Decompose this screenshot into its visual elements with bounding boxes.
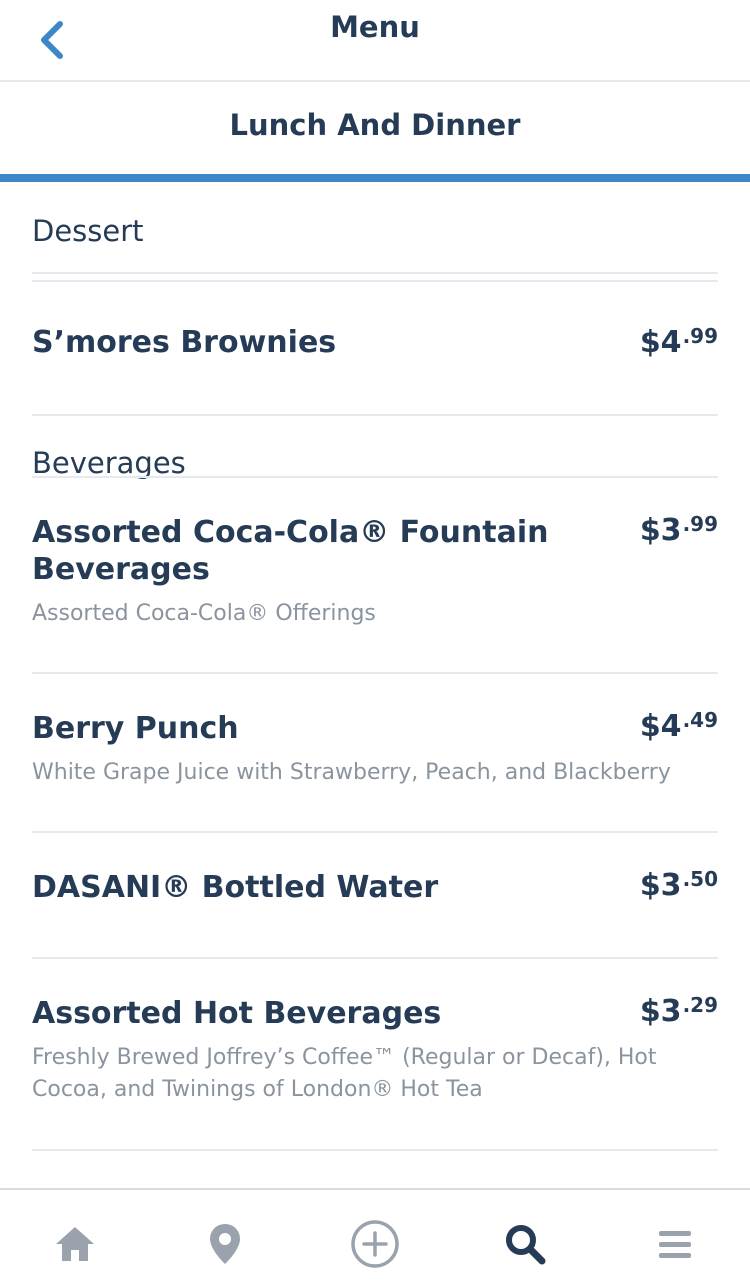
menu-list: Dessert S’mores Brownies $4.99 Beverages… bbox=[32, 182, 718, 1151]
menu-item-description: Freshly Brewed Joffrey’s Coffee™ (Regula… bbox=[32, 1045, 657, 1102]
tab-search[interactable] bbox=[499, 1218, 551, 1270]
menu-item-description: Assorted Coca-Cola® Offerings bbox=[32, 601, 376, 626]
tab-home[interactable] bbox=[49, 1218, 101, 1270]
menu-item-name: DASANI® Bottled Water bbox=[32, 870, 439, 905]
menu-item-name: Assorted Hot Beverages bbox=[32, 996, 442, 1031]
tab-more[interactable] bbox=[649, 1218, 701, 1270]
menu-item[interactable]: S’mores Brownies $4.99 bbox=[32, 282, 718, 416]
menu-item[interactable]: DASANI® Bottled Water $3.50 bbox=[32, 833, 718, 959]
menu-item-name: Berry Punch bbox=[32, 711, 239, 746]
price-dollars: $4 bbox=[639, 709, 682, 744]
active-tab-indicator bbox=[0, 174, 750, 182]
section-header-beverages: Beverages bbox=[32, 416, 718, 480]
section-header-dessert: Dessert bbox=[32, 182, 718, 282]
price-cents: .29 bbox=[682, 993, 718, 1017]
search-icon bbox=[506, 1225, 546, 1265]
section-divider bbox=[32, 272, 718, 282]
menu-item-price: $3.50 bbox=[640, 867, 718, 903]
menu-item[interactable]: Assorted Hot Beverages Freshly Brewed Jo… bbox=[32, 959, 718, 1151]
price-dollars: $4 bbox=[639, 325, 682, 360]
menu-item-price: $3.29 bbox=[640, 993, 718, 1029]
tab-map[interactable] bbox=[199, 1218, 251, 1270]
price-dollars: $3 bbox=[639, 868, 682, 903]
page-title: Menu bbox=[330, 10, 420, 44]
menu-item-name: Assorted Coca-Cola® Fountain Beverages bbox=[32, 515, 549, 587]
price-cents: .99 bbox=[682, 324, 718, 348]
tab-lunch-and-dinner[interactable]: Lunch And Dinner bbox=[0, 108, 750, 142]
price-cents: .49 bbox=[682, 708, 718, 732]
section-title: Beverages bbox=[32, 446, 186, 480]
menu-item-name: S’mores Brownies bbox=[32, 325, 337, 360]
price-cents: .99 bbox=[682, 512, 718, 536]
section-title: Dessert bbox=[32, 214, 144, 248]
plus-circle-icon bbox=[351, 1220, 399, 1268]
menu-item[interactable]: Berry Punch White Grape Juice with Straw… bbox=[32, 674, 718, 833]
menu-item[interactable]: Assorted Coca-Cola® Fountain Beverages A… bbox=[32, 478, 718, 674]
menu-item-price: $4.99 bbox=[640, 324, 718, 360]
price-cents: .50 bbox=[682, 867, 718, 891]
hamburger-menu-icon bbox=[659, 1231, 691, 1258]
price-dollars: $3 bbox=[639, 994, 682, 1029]
price-dollars: $3 bbox=[639, 513, 682, 548]
menu-category-header: Lunch And Dinner bbox=[0, 82, 750, 182]
location-pin-icon bbox=[210, 1224, 240, 1264]
tab-add[interactable] bbox=[349, 1218, 401, 1270]
home-icon bbox=[56, 1227, 94, 1261]
bottom-tab-bar bbox=[0, 1188, 750, 1288]
menu-item-price: $3.99 bbox=[640, 512, 718, 548]
nav-bar: Menu bbox=[0, 0, 750, 82]
menu-item-price: $4.49 bbox=[640, 708, 718, 744]
menu-item-description: White Grape Juice with Strawberry, Peach… bbox=[32, 760, 671, 785]
app-screen: Menu Lunch And Dinner Dessert S’mores Br… bbox=[0, 0, 750, 1288]
